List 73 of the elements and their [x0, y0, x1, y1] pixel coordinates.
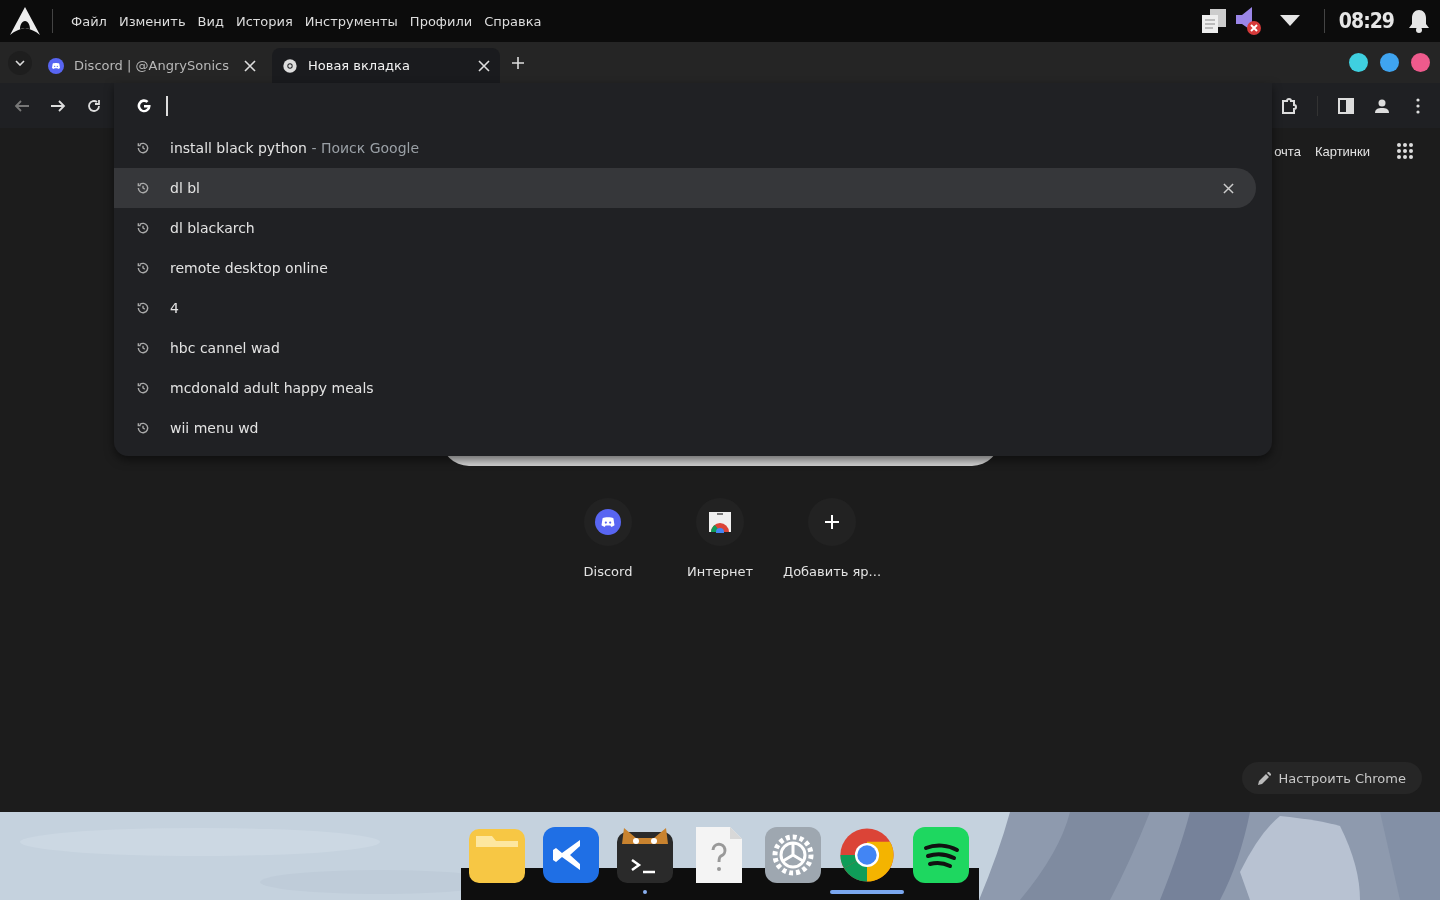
close-icon[interactable]	[244, 59, 256, 72]
apps-grid-icon[interactable]	[1396, 142, 1414, 160]
menu-item[interactable]: Изменить	[112, 13, 192, 29]
suggestion-item[interactable]: dl bl	[114, 168, 1256, 208]
menu-item[interactable]: Профили	[403, 13, 479, 29]
shortcut-tile[interactable]: Добавить яр...	[776, 498, 888, 579]
chrome-icon	[838, 826, 896, 884]
menu-item[interactable]: История	[229, 13, 299, 29]
suggestion-item[interactable]: hbc cannel wad	[114, 328, 1256, 368]
suggestion-item[interactable]: 4	[114, 288, 1256, 328]
suggestion-text: dl blackarch	[170, 220, 256, 236]
suggestion-text: install black python - Поиск Google	[170, 140, 421, 156]
dropdown-arrow-icon[interactable]	[1279, 15, 1300, 27]
history-icon	[136, 421, 150, 435]
customize-button[interactable]: Настроить Chrome	[1241, 762, 1422, 794]
close-icon[interactable]	[478, 59, 490, 72]
suggestion-text: mcdonald adult happy meals	[170, 380, 375, 396]
caret-icon	[15, 59, 25, 66]
clipboard-icon[interactable]	[1199, 7, 1228, 35]
tab-search-button[interactable]	[8, 50, 32, 75]
history-icon	[136, 141, 150, 155]
reload-icon	[86, 97, 102, 114]
discord-icon	[48, 57, 64, 74]
window-control-dot[interactable]	[1349, 53, 1368, 72]
history-icon	[136, 381, 150, 395]
window-control-dot[interactable]	[1380, 53, 1399, 72]
menu-item[interactable]: Файл	[65, 13, 113, 29]
google-icon	[136, 97, 152, 114]
history-icon	[136, 301, 150, 315]
suggestion-text: wii menu wd	[170, 420, 260, 436]
notification-bell-icon[interactable]	[1408, 9, 1430, 33]
arch-logo-icon[interactable]	[10, 7, 40, 35]
tab-title: Новая вкладка	[308, 58, 411, 73]
suggestion-item[interactable]: dl blackarch	[114, 208, 1256, 248]
globe-icon	[282, 57, 298, 74]
settings-icon[interactable]	[764, 826, 822, 884]
suggestion-text: 4	[170, 300, 180, 316]
plus-icon	[511, 55, 525, 70]
remove-icon[interactable]	[1223, 182, 1234, 194]
header-link[interactable]: Картинки	[1314, 143, 1370, 159]
suggestion-text: dl bl	[170, 180, 201, 196]
pencil-icon	[1257, 771, 1271, 785]
window-control-dot[interactable]	[1411, 53, 1430, 72]
suggestion-item[interactable]: install black python - Поиск Google	[114, 128, 1256, 168]
history-icon	[136, 221, 150, 235]
suggestion-text: remote desktop online	[170, 260, 329, 276]
history-icon	[136, 181, 150, 195]
menu-item[interactable]: Вид	[191, 13, 230, 29]
menu-item[interactable]: Справка	[478, 13, 548, 29]
header-link[interactable]: очта	[1274, 143, 1301, 159]
store-icon	[708, 511, 732, 533]
suggestion-item[interactable]: mcdonald adult happy meals	[114, 368, 1256, 408]
back-arrow-icon	[14, 97, 30, 114]
history-icon	[136, 261, 150, 275]
suggestion-item[interactable]: remote desktop online	[114, 248, 1256, 288]
clock: 08:29	[1338, 9, 1394, 33]
spotify-icon[interactable]	[912, 826, 970, 884]
plus-icon	[824, 514, 840, 530]
suggestion-item[interactable]: wii menu wd	[114, 408, 1256, 448]
browser-tab[interactable]: Discord | @AngrySonics	[38, 48, 266, 83]
menu-item[interactable]: Инструменты	[298, 13, 404, 29]
browser-tab[interactable]: Новая вкладка	[272, 48, 500, 83]
history-icon	[136, 341, 150, 355]
terminal-icon[interactable]	[616, 826, 674, 884]
forward-arrow-icon	[50, 97, 66, 114]
suggestion-text: hbc cannel wad	[170, 340, 281, 356]
folder-icon[interactable]	[468, 826, 526, 884]
shortcut-tile[interactable]: Интернет	[664, 498, 776, 579]
code-editor-icon[interactable]	[542, 826, 600, 884]
muted-speaker-icon[interactable]	[1233, 6, 1262, 36]
shortcut-tile[interactable]: Discord	[552, 498, 664, 579]
discord-icon	[595, 509, 621, 535]
tab-title: Discord | @AngrySonics	[74, 58, 230, 73]
